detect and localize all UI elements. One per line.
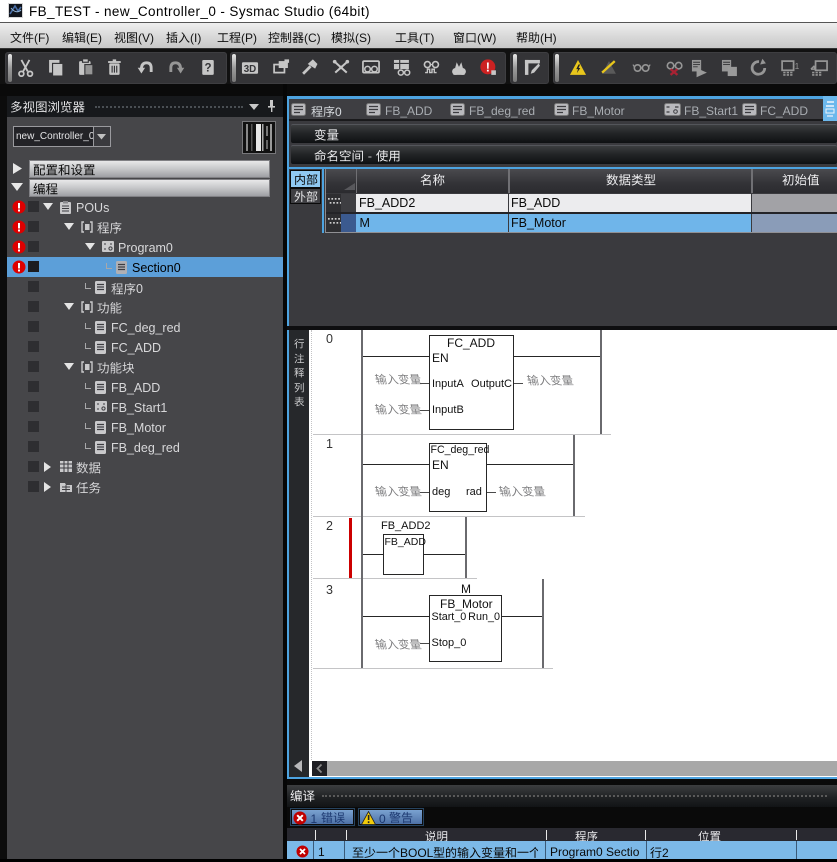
svg-text:1: 1: [795, 62, 800, 71]
svg-text:3D: 3D: [244, 64, 256, 75]
svg-text:!: !: [486, 60, 490, 74]
svg-text:?: ?: [204, 62, 211, 74]
